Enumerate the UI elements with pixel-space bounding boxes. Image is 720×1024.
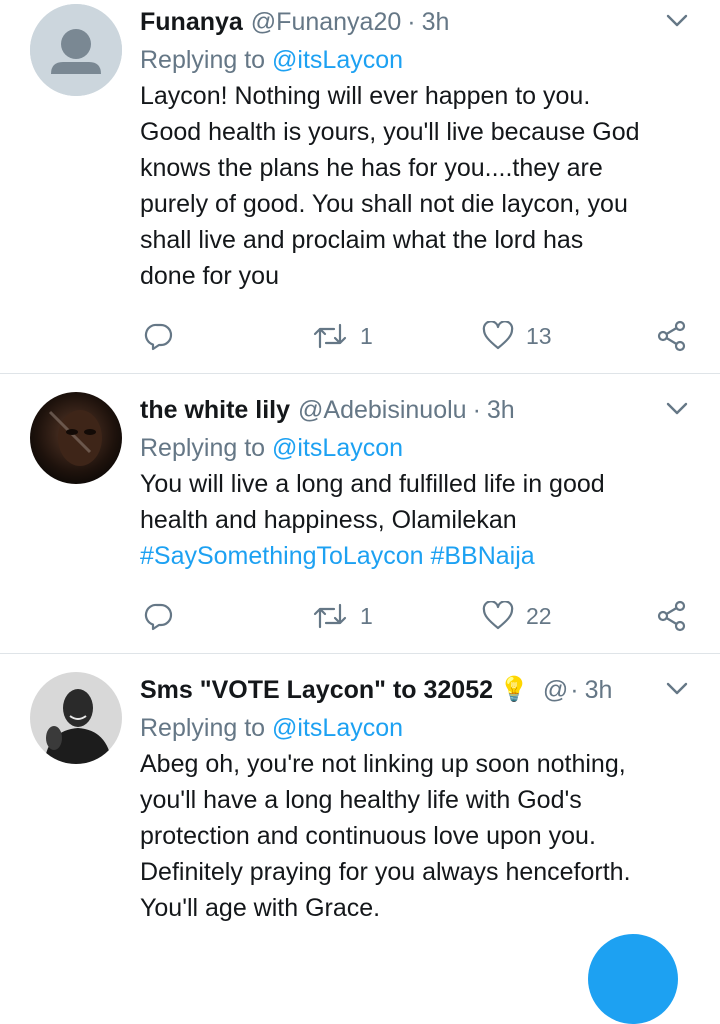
reply-button[interactable] — [144, 596, 174, 636]
replying-to-line: Replying to @itsLaycon — [140, 430, 700, 466]
avatar-funanya[interactable] — [30, 4, 122, 96]
avatar-vote-laycon[interactable] — [30, 672, 122, 764]
tweet-content: the white lily @Adebisinuolu · 3h Replyi… — [140, 390, 700, 574]
tweet-text: You will live a long and fulfilled life … — [140, 466, 700, 574]
tweet-text-line: Laycon! Nothing will ever happen to you. — [140, 82, 591, 110]
retweet-icon — [313, 323, 347, 349]
replying-to-mention[interactable]: @itsLaycon — [272, 434, 403, 462]
replying-to-label: Replying to — [140, 46, 266, 74]
tweet-actions: 1 13 — [140, 316, 690, 356]
retweet-button[interactable]: 1 — [312, 316, 373, 356]
compose-button[interactable] — [588, 934, 678, 1024]
author-name[interactable]: Sms "VOTE Laycon" to 32052 — [140, 670, 493, 710]
tweet-text-line: purely of good. You shall not die laycon… — [140, 190, 628, 218]
divider — [0, 373, 720, 374]
tweet-header: the white lily @Adebisinuolu · 3h — [140, 390, 700, 430]
share-icon — [657, 320, 686, 352]
hashtags[interactable]: #SaySomethingToLaycon #BBNaija — [140, 538, 700, 574]
share-icon — [657, 600, 686, 632]
reply-icon — [144, 323, 173, 351]
lightbulb-emoji-icon: 💡 — [499, 676, 529, 703]
replying-to-line: Replying to @itsLaycon — [140, 710, 700, 746]
share-button[interactable] — [656, 596, 688, 636]
separator-dot: · — [472, 396, 481, 424]
author-handle[interactable]: @Adebisinuolu — [298, 390, 467, 430]
tweet-text-line: Definitely praying for you always hencef… — [140, 858, 631, 886]
default-avatar-icon — [30, 4, 122, 96]
retweet-button[interactable]: 1 — [312, 596, 373, 636]
tweet-text-line: You will live a long and fulfilled life … — [140, 470, 605, 498]
profile-photo-icon — [30, 392, 122, 484]
replying-to-label: Replying to — [140, 714, 266, 742]
like-count: 13 — [526, 322, 552, 349]
like-icon — [482, 321, 514, 350]
timestamp[interactable]: 3h — [487, 390, 515, 430]
tweet-text-line: Good health is yours, you'll live becaus… — [140, 118, 640, 146]
tweet-text-line: You'll age with Grace. — [140, 894, 381, 922]
tweet-text-line: protection and continuous love upon you. — [140, 822, 596, 850]
separator-dot: · — [570, 676, 579, 704]
replying-to-line: Replying to @itsLaycon — [140, 42, 700, 78]
profile-photo-icon — [30, 672, 122, 764]
reply-icon — [144, 603, 173, 631]
retweet-icon — [313, 603, 347, 629]
retweet-count: 1 — [360, 322, 373, 349]
author-handle[interactable]: @ — [543, 670, 568, 710]
tweet-header: Funanya @Funanya20 · 3h — [140, 2, 700, 42]
tweet-header: Sms "VOTE Laycon" to 32052 💡 @ · 3h — [140, 670, 700, 710]
reply-button[interactable] — [144, 316, 174, 356]
tweet-content: Sms "VOTE Laycon" to 32052 💡 @ · 3h Repl… — [140, 670, 700, 926]
replying-to-label: Replying to — [140, 434, 266, 462]
avatar-the-white-lily[interactable] — [30, 392, 122, 484]
tweet-content: Funanya @Funanya20 · 3h Replying to @its… — [140, 2, 700, 294]
chevron-down-icon[interactable] — [664, 7, 690, 33]
replying-to-mention[interactable]: @itsLaycon — [272, 714, 403, 742]
retweet-count: 1 — [360, 602, 373, 629]
like-count: 22 — [526, 602, 552, 629]
like-button[interactable]: 13 — [482, 316, 552, 356]
tweet-text-line: you'll have a long healthy life with God… — [140, 786, 582, 814]
chevron-down-icon[interactable] — [664, 395, 690, 421]
tweet-actions: 1 22 — [140, 596, 690, 636]
share-button[interactable] — [656, 316, 688, 356]
tweet-text: Laycon! Nothing will ever happen to you.… — [140, 78, 700, 294]
replying-to-mention[interactable]: @itsLaycon — [272, 46, 403, 74]
author-name[interactable]: Funanya — [140, 2, 243, 42]
tweet-text: Abeg oh, you're not linking up soon noth… — [140, 746, 700, 926]
tweet-text-line: knows the plans he has for you....they a… — [140, 154, 603, 182]
tweet-text-line: Abeg oh, you're not linking up soon noth… — [140, 750, 626, 778]
timestamp[interactable]: 3h — [585, 670, 613, 710]
like-button[interactable]: 22 — [482, 596, 552, 636]
tweet-text-line: shall live and proclaim what the lord ha… — [140, 226, 584, 254]
divider — [0, 653, 720, 654]
like-icon — [482, 601, 514, 630]
chevron-down-icon[interactable] — [664, 675, 690, 701]
timestamp[interactable]: 3h — [422, 2, 450, 42]
tweet-text-line: done for you — [140, 262, 279, 290]
separator-dot: · — [407, 8, 416, 36]
tweet-text-line: health and happiness, Olamilekan — [140, 506, 517, 534]
author-name[interactable]: the white lily — [140, 390, 290, 430]
author-handle[interactable]: @Funanya20 — [251, 2, 401, 42]
